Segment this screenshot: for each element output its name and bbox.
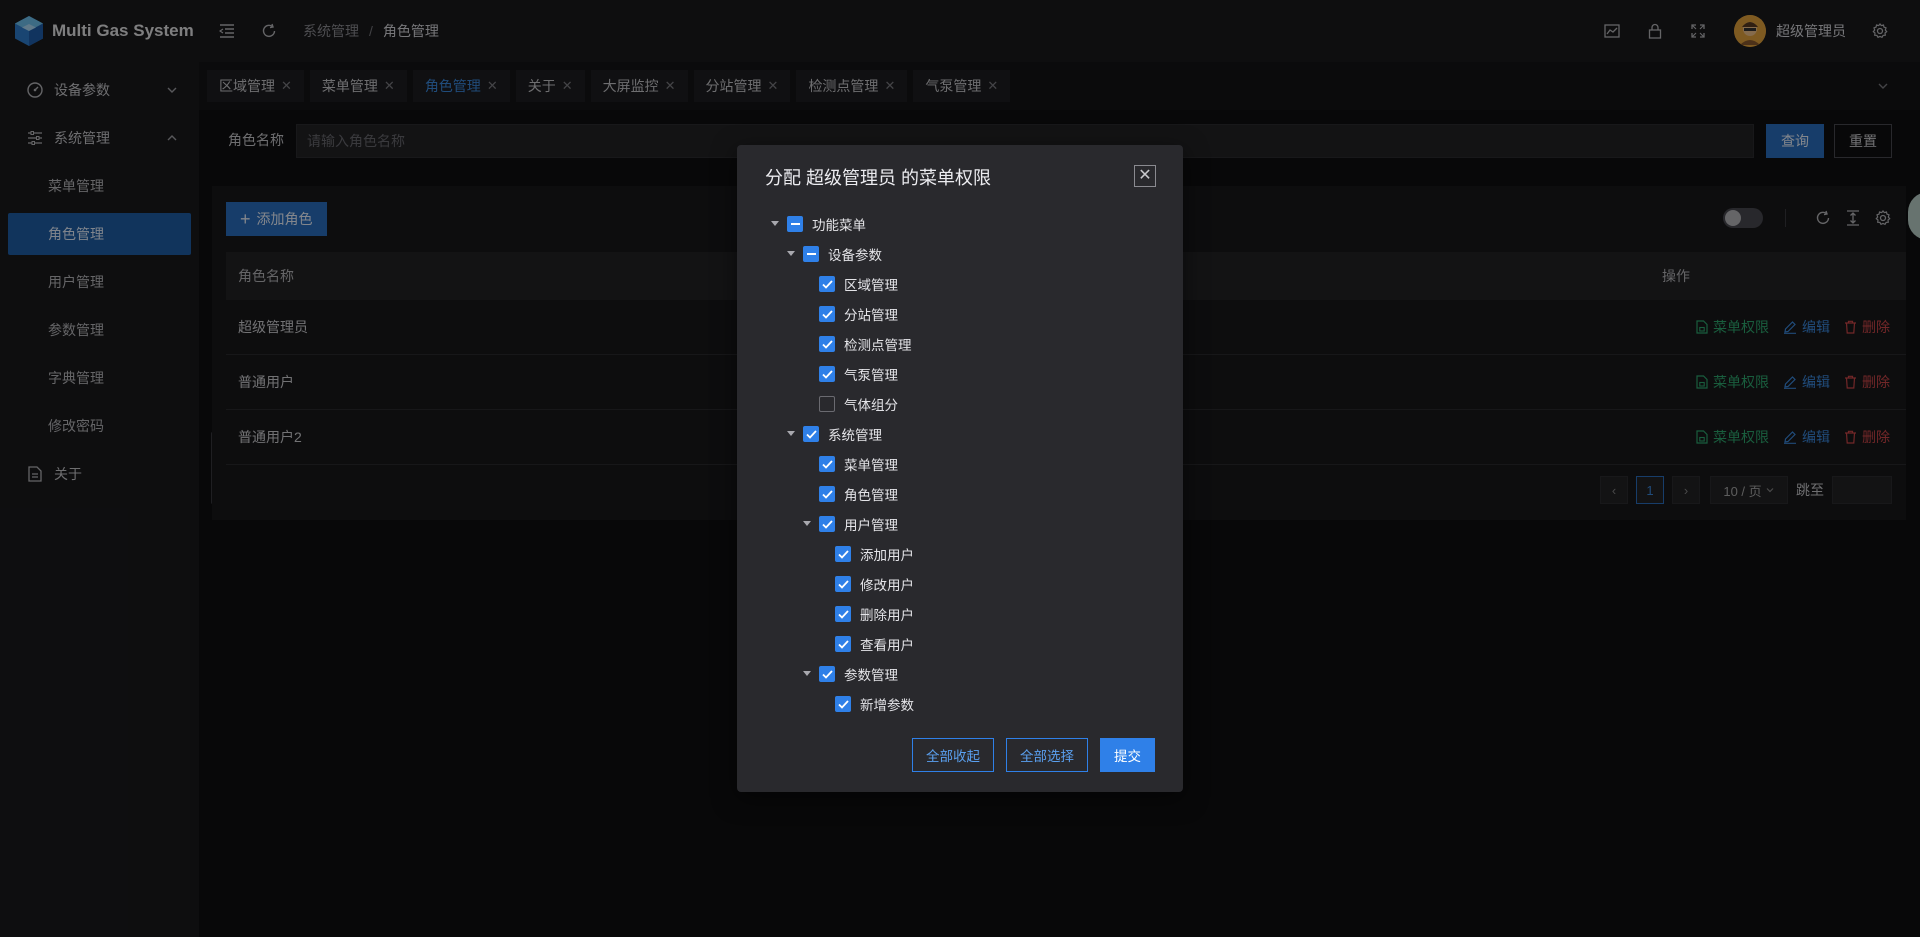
caret-down-icon[interactable]	[767, 216, 783, 232]
tree-node-label[interactable]: 修改用户	[860, 574, 914, 594]
checkbox-checked[interactable]	[819, 456, 835, 472]
menu-permission-dialog: 分配 超级管理员 的菜单权限 ✕ 功能菜单设备参数区域管理分站管理检测点管理气泵…	[737, 145, 1183, 792]
tree-node: 气泵管理	[767, 359, 914, 389]
checkbox-checked[interactable]	[835, 696, 851, 712]
checkbox-checked[interactable]	[819, 366, 835, 382]
caret-down-icon[interactable]	[799, 666, 815, 682]
tree-node-label[interactable]: 分站管理	[844, 304, 898, 324]
tree-node-label[interactable]: 删除用户	[860, 604, 914, 624]
tree-node: 修改用户	[767, 569, 914, 599]
minus-icon	[790, 223, 800, 225]
tree-node: 检测点管理	[767, 329, 914, 359]
checkbox-checked[interactable]	[819, 276, 835, 292]
tree-node: 区域管理	[767, 269, 914, 299]
checkbox-checked[interactable]	[819, 486, 835, 502]
tree-node: 角色管理	[767, 479, 914, 509]
check-icon	[837, 699, 849, 709]
collapse-all-button[interactable]: 全部收起	[912, 738, 994, 772]
checkbox-checked[interactable]	[835, 636, 851, 652]
tree-node: 设备参数	[767, 239, 914, 269]
dialog-title: 分配 超级管理员 的菜单权限	[765, 168, 992, 188]
tree-node: 查看用户	[767, 629, 914, 659]
tree-node-label[interactable]: 角色管理	[844, 484, 898, 504]
tree-node: 功能菜单	[767, 209, 914, 239]
tree-node-label[interactable]: 功能菜单	[812, 214, 866, 234]
tree-node-label[interactable]: 添加用户	[860, 544, 914, 564]
check-icon	[821, 459, 833, 469]
tree-node-label[interactable]: 系统管理	[828, 424, 882, 444]
tree-node-label[interactable]: 查看用户	[860, 634, 914, 654]
tree-node-label[interactable]: 气体组分	[844, 394, 898, 414]
caret-down-icon[interactable]	[783, 426, 799, 442]
tree-node: 参数管理	[767, 659, 914, 689]
tree-node: 系统管理	[767, 419, 914, 449]
tree-node-label[interactable]: 气泵管理	[844, 364, 898, 384]
checkbox-checked[interactable]	[819, 306, 835, 322]
tree-node-label[interactable]: 菜单管理	[844, 454, 898, 474]
checkbox-checked[interactable]	[819, 336, 835, 352]
checkbox-checked[interactable]	[835, 546, 851, 562]
tree-node: 气体组分	[767, 389, 914, 419]
submit-button[interactable]: 提交	[1100, 738, 1155, 772]
check-icon	[821, 369, 833, 379]
tree-node-label[interactable]: 用户管理	[844, 514, 898, 534]
tree-node: 分站管理	[767, 299, 914, 329]
checkbox-indeterminate[interactable]	[787, 216, 803, 232]
tree-node-label[interactable]: 区域管理	[844, 274, 898, 294]
tree-node-label[interactable]: 检测点管理	[844, 334, 912, 354]
checkbox-unchecked[interactable]	[819, 396, 835, 412]
check-icon	[821, 339, 833, 349]
checkbox-indeterminate[interactable]	[803, 246, 819, 262]
checkbox-checked[interactable]	[835, 576, 851, 592]
check-icon	[837, 579, 849, 589]
check-icon	[821, 309, 833, 319]
checkbox-checked[interactable]	[819, 666, 835, 682]
caret-down-icon[interactable]	[799, 516, 815, 532]
select-all-button[interactable]: 全部选择	[1006, 738, 1088, 772]
tree-node: 菜单管理	[767, 449, 914, 479]
checkbox-checked[interactable]	[819, 516, 835, 532]
check-icon	[821, 279, 833, 289]
check-icon	[805, 429, 817, 439]
check-icon	[821, 519, 833, 529]
permission-tree: 功能菜单设备参数区域管理分站管理检测点管理气泵管理气体组分系统管理菜单管理角色管…	[767, 209, 914, 719]
checkbox-checked[interactable]	[835, 606, 851, 622]
minus-icon	[806, 253, 816, 255]
tree-node: 删除用户	[767, 599, 914, 629]
check-icon	[837, 549, 849, 559]
tree-node: 用户管理	[767, 509, 914, 539]
check-icon	[821, 489, 833, 499]
check-icon	[837, 639, 849, 649]
tree-node-label[interactable]: 设备参数	[828, 244, 882, 264]
tree-node-label[interactable]: 新增参数	[860, 694, 914, 714]
tree-node: 新增参数	[767, 689, 914, 719]
tree-node: 添加用户	[767, 539, 914, 569]
caret-down-icon[interactable]	[783, 246, 799, 262]
check-icon	[821, 669, 833, 679]
close-icon[interactable]: ✕	[1134, 165, 1156, 187]
tree-node-label[interactable]: 参数管理	[844, 664, 898, 684]
check-icon	[837, 609, 849, 619]
checkbox-checked[interactable]	[803, 426, 819, 442]
